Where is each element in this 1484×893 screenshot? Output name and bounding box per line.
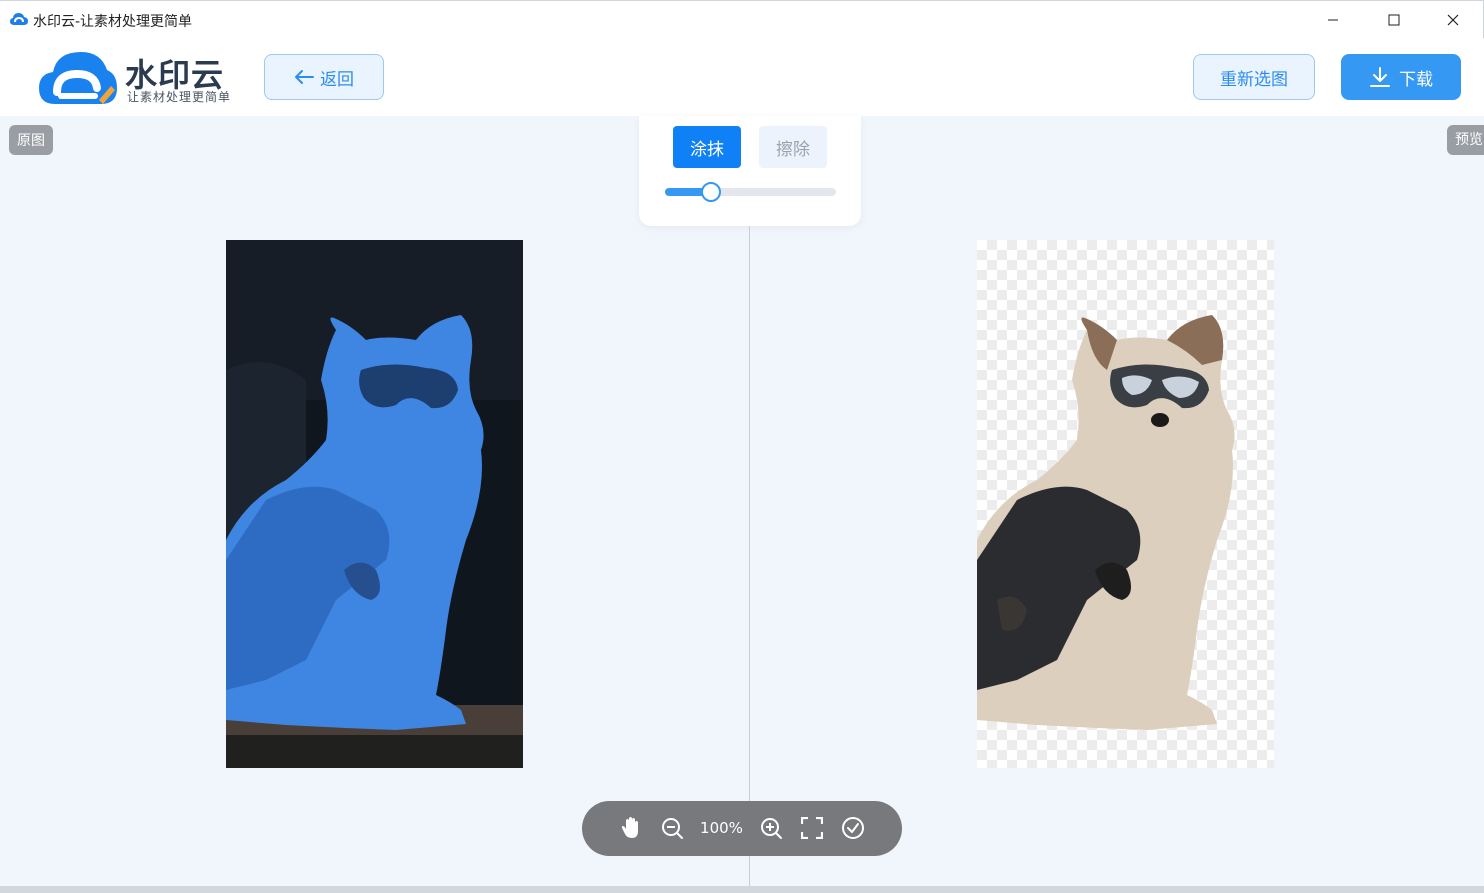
app-cloud-icon bbox=[10, 13, 28, 25]
reselect-image-label: 重新选图 bbox=[1220, 69, 1288, 90]
zoom-toolbar: 100% bbox=[582, 801, 902, 856]
confirm-button[interactable] bbox=[840, 815, 866, 841]
window-titlebar: 水印云-让素材处理更简单 bbox=[0, 0, 1484, 38]
reselect-image-button[interactable]: 重新选图 bbox=[1193, 54, 1315, 100]
download-icon bbox=[1370, 67, 1390, 87]
app-header: 水印云 让素材处理更简单 返回 重新选图 下载 bbox=[0, 38, 1484, 116]
minimize-button[interactable] bbox=[1310, 1, 1356, 39]
back-button[interactable]: 返回 bbox=[264, 54, 384, 100]
zoom-out-icon bbox=[662, 818, 683, 839]
erase-tool-button[interactable]: 擦除 bbox=[759, 126, 827, 168]
fullscreen-icon bbox=[801, 817, 823, 839]
fit-screen-button[interactable] bbox=[799, 815, 825, 841]
close-button[interactable] bbox=[1430, 1, 1476, 39]
download-button-label: 下载 bbox=[1399, 69, 1433, 90]
back-button-label: 返回 bbox=[320, 69, 354, 90]
pan-button[interactable] bbox=[618, 815, 644, 841]
horizontal-scrollbar[interactable] bbox=[0, 886, 1484, 893]
brush-size-handle[interactable] bbox=[701, 182, 722, 202]
zoom-level: 100% bbox=[700, 819, 743, 837]
brush-size-slider[interactable] bbox=[665, 182, 836, 202]
original-photo bbox=[226, 240, 523, 768]
preview-image[interactable] bbox=[977, 240, 1274, 768]
preview-label: 预览 bbox=[1447, 125, 1484, 155]
hand-icon bbox=[621, 817, 638, 838]
original-label: 原图 bbox=[9, 125, 53, 155]
preview-photo bbox=[977, 315, 1235, 730]
original-image[interactable] bbox=[226, 240, 523, 768]
brush-tool-panel: 涂抹 擦除 bbox=[639, 116, 861, 226]
maximize-button[interactable] bbox=[1371, 1, 1417, 39]
minimize-icon bbox=[1328, 19, 1338, 21]
maximize-icon bbox=[1388, 14, 1400, 26]
zoom-out-button[interactable] bbox=[659, 815, 685, 841]
window-title: 水印云-让素材处理更简单 bbox=[33, 14, 193, 30]
logo-cloud-icon bbox=[39, 52, 117, 104]
arrow-left-icon bbox=[295, 70, 314, 84]
close-icon bbox=[1447, 14, 1459, 26]
download-button[interactable]: 下载 bbox=[1341, 54, 1461, 100]
logo-slogan: 让素材处理更简单 bbox=[127, 90, 232, 104]
check-circle-icon bbox=[842, 817, 864, 839]
compare-divider[interactable] bbox=[749, 226, 750, 886]
smear-tool-button[interactable]: 涂抹 bbox=[673, 126, 741, 168]
zoom-in-button[interactable] bbox=[758, 815, 784, 841]
zoom-in-icon bbox=[761, 818, 782, 839]
